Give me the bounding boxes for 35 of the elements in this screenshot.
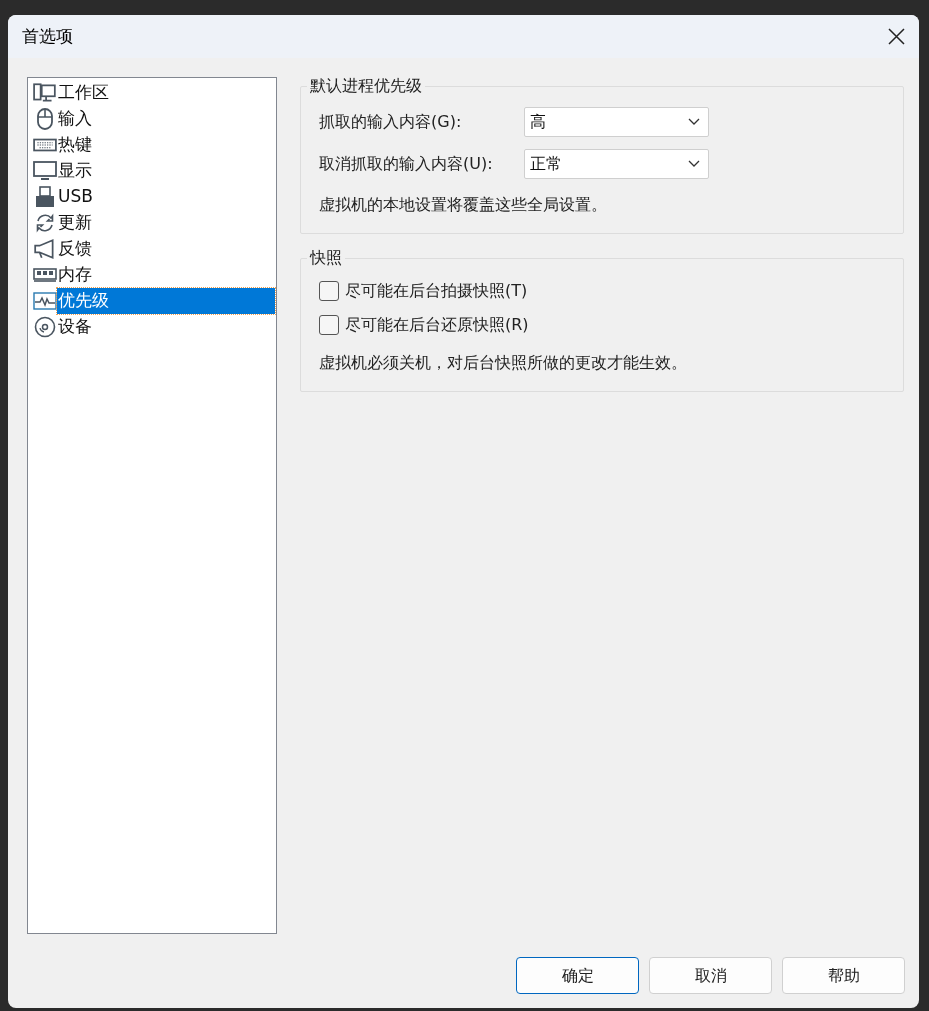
- field-label: 取消抓取的输入内容(U):: [319, 153, 494, 175]
- category-item[interactable]: 显示: [57, 158, 275, 184]
- pulse-icon: [33, 290, 57, 312]
- group-title: 默认进程优先级: [307, 75, 425, 97]
- category-item[interactable]: USB: [57, 184, 275, 210]
- category-item[interactable]: 反馈: [57, 236, 275, 262]
- checkbox[interactable]: [319, 315, 339, 335]
- group-title: 快照: [307, 247, 345, 269]
- dialog-button[interactable]: 取消: [649, 957, 772, 994]
- category-item[interactable]: 设备: [57, 314, 275, 340]
- category-item[interactable]: 输入: [57, 106, 275, 132]
- note-text: 虚拟机的本地设置将覆盖这些全局设置。: [319, 194, 608, 216]
- checkbox-label[interactable]: 尽可能在后台拍摄快照(T): [345, 279, 528, 303]
- window-title: 首选项: [22, 24, 73, 48]
- megaphone-icon: [33, 238, 57, 260]
- chevron-down-icon: [688, 118, 700, 126]
- category-item[interactable]: 内存: [57, 262, 275, 288]
- usb-drive-icon: [33, 186, 57, 208]
- checkbox[interactable]: [319, 281, 339, 301]
- dialog-button[interactable]: 帮助: [782, 957, 905, 994]
- dropdown[interactable]: 正常: [524, 149, 709, 179]
- disc-icon: [33, 316, 57, 338]
- category-item[interactable]: 优先级: [57, 288, 275, 314]
- note-text: 虚拟机必须关机，对后台快照所做的更改才能生效。: [319, 352, 688, 374]
- dialog-button[interactable]: 确定: [516, 957, 639, 994]
- category-item[interactable]: 更新: [57, 210, 275, 236]
- workspace-icon: [33, 82, 57, 104]
- dropdown[interactable]: 高: [524, 107, 709, 137]
- chevron-down-icon: [688, 160, 700, 168]
- field-label: 抓取的输入内容(G):: [319, 111, 463, 133]
- checkbox-label[interactable]: 尽可能在后台还原快照(R): [345, 313, 529, 337]
- monitor-icon: [33, 160, 57, 182]
- category-item[interactable]: 热键: [57, 132, 275, 158]
- close-icon[interactable]: [888, 28, 905, 45]
- category-item[interactable]: 工作区: [57, 80, 275, 106]
